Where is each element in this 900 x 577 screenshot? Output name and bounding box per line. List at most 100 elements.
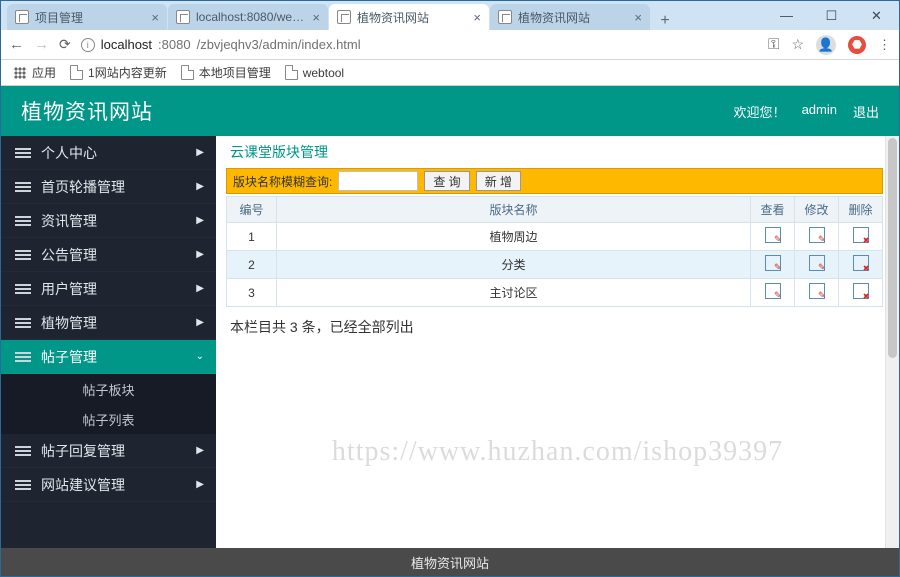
chevron-right-icon: ▶ <box>196 283 204 294</box>
maximize-button[interactable]: ☐ <box>809 1 854 30</box>
browser-tab[interactable]: 项目管理 × <box>7 4 167 30</box>
address-field[interactable]: i localhost :8080/zbvjeqhv3/admin/index.h… <box>81 37 758 52</box>
view-icon[interactable] <box>765 227 781 243</box>
bookmarks-bar: 应用 1网站内容更新 本地项目管理 webtool <box>1 60 899 86</box>
new-tab-button[interactable]: + <box>651 12 679 30</box>
bookmark-item[interactable]: 1网站内容更新 <box>70 64 167 81</box>
sidebar-item-posts[interactable]: 帖子管理⌄ <box>1 340 216 374</box>
col-idx: 编号 <box>227 197 277 223</box>
menu-icon <box>15 352 31 362</box>
sidebar-item-suggestions[interactable]: 网站建议管理▶ <box>1 468 216 502</box>
browser-tab-active[interactable]: 植物资讯网站 × <box>329 4 489 30</box>
tab-label: 植物资讯网站 <box>518 9 628 26</box>
menu-icon <box>15 250 31 260</box>
scrollbar-track[interactable] <box>885 136 899 548</box>
menu-icon <box>15 446 31 456</box>
panel-title: 云课堂版块管理 <box>226 136 883 168</box>
edit-icon[interactable] <box>809 255 825 271</box>
search-button[interactable]: 查 询 <box>424 171 469 191</box>
view-icon[interactable] <box>765 255 781 271</box>
sidebar-item-news[interactable]: 资讯管理▶ <box>1 204 216 238</box>
menu-icon <box>15 182 31 192</box>
delete-icon[interactable] <box>853 227 869 243</box>
delete-icon[interactable] <box>853 283 869 299</box>
browser-tab[interactable]: localhost:8080/webtool/all/in × <box>168 4 328 30</box>
sidebar-item-profile[interactable]: 个人中心▶ <box>1 136 216 170</box>
sidebar-item-users[interactable]: 用户管理▶ <box>1 272 216 306</box>
close-icon[interactable]: × <box>151 10 159 25</box>
edit-icon[interactable] <box>809 227 825 243</box>
minimize-button[interactable]: — <box>764 1 809 30</box>
search-label: 版块名称模糊查询: <box>233 173 332 190</box>
content-area: 云课堂版块管理 版块名称模糊查询: 查 询 新 增 编号 版块名称 查看 修改 <box>216 136 899 548</box>
address-bar: ← → ⟳ i localhost :8080/zbvjeqhv3/admin/i… <box>1 30 899 60</box>
page-icon <box>498 10 512 24</box>
chevron-right-icon: ▶ <box>196 215 204 226</box>
sidebar-item-replies[interactable]: 帖子回复管理▶ <box>1 434 216 468</box>
menu-icon <box>15 318 31 328</box>
sidebar-sub-boards[interactable]: 帖子板块 <box>1 374 216 404</box>
close-window-button[interactable]: ✕ <box>854 1 899 30</box>
header-actions: 欢迎您！ admin 退出 <box>734 102 879 121</box>
menu-icon <box>15 148 31 158</box>
password-key-icon[interactable]: ⚿ <box>768 36 779 53</box>
logout-link[interactable]: 退出 <box>853 102 879 121</box>
edit-icon[interactable] <box>809 283 825 299</box>
list-summary: 本栏目共 3 条，已经全部列出 <box>226 307 883 347</box>
view-icon[interactable] <box>765 283 781 299</box>
forward-button[interactable]: → <box>34 36 49 53</box>
cell-name: 主讨论区 <box>277 279 751 307</box>
menu-icon <box>15 284 31 294</box>
tab-label: 植物资讯网站 <box>357 9 467 26</box>
page-icon <box>70 65 83 80</box>
sidebar-item-notice[interactable]: 公告管理▶ <box>1 238 216 272</box>
scrollbar-thumb[interactable] <box>888 138 897 358</box>
sidebar-item-carousel[interactable]: 首页轮播管理▶ <box>1 170 216 204</box>
sidebar-sub-postlist[interactable]: 帖子列表 <box>1 404 216 434</box>
chevron-right-icon: ▶ <box>196 181 204 192</box>
cell-idx: 1 <box>227 223 277 251</box>
brand-title: 植物资讯网站 <box>21 96 153 126</box>
username-link[interactable]: admin <box>802 102 837 121</box>
menu-icon <box>15 216 31 226</box>
tab-label: localhost:8080/webtool/all/in <box>196 10 306 24</box>
footer-text: 植物资讯网站 <box>411 553 489 572</box>
addrbar-actions: ⚿ ☆ 👤 ⬣ ⋮ <box>768 35 891 55</box>
search-input[interactable] <box>338 171 418 191</box>
close-icon[interactable]: × <box>473 10 481 25</box>
close-icon[interactable]: × <box>634 10 642 25</box>
menu-kebab-icon[interactable]: ⋮ <box>878 37 891 53</box>
watermark-text: https://www.huzhan.com/ishop39397 <box>216 436 899 468</box>
site-info-icon[interactable]: i <box>81 38 95 52</box>
sidebar-spacer <box>1 502 216 548</box>
welcome-text: 欢迎您！ <box>734 102 786 121</box>
apps-button[interactable]: 应用 <box>13 64 56 81</box>
extension-icon[interactable]: ⬣ <box>848 36 866 54</box>
sidebar-item-plants[interactable]: 植物管理▶ <box>1 306 216 340</box>
new-button[interactable]: 新 增 <box>476 171 521 191</box>
profile-avatar[interactable]: 👤 <box>816 35 836 55</box>
url-port: :8080 <box>158 37 191 52</box>
page-icon <box>181 65 194 80</box>
page-icon <box>285 65 298 80</box>
bookmark-star-icon[interactable]: ☆ <box>791 36 804 53</box>
page-icon <box>176 10 190 24</box>
table-header-row: 编号 版块名称 查看 修改 删除 <box>227 197 883 223</box>
browser-tab[interactable]: 植物资讯网站 × <box>490 4 650 30</box>
close-icon[interactable]: × <box>312 10 320 25</box>
sidebar-submenu: 帖子板块 帖子列表 <box>1 374 216 434</box>
bookmark-item[interactable]: webtool <box>285 65 344 80</box>
tab-strip: 项目管理 × localhost:8080/webtool/all/in × 植… <box>1 1 764 30</box>
delete-icon[interactable] <box>853 255 869 271</box>
reload-button[interactable]: ⟳ <box>59 36 71 53</box>
sidebar: 个人中心▶ 首页轮播管理▶ 资讯管理▶ 公告管理▶ 用户管理▶ 植物管理▶ 帖子… <box>1 136 216 548</box>
url-host: localhost <box>101 37 152 52</box>
chevron-right-icon: ▶ <box>196 445 204 456</box>
page-footer: 植物资讯网站 <box>1 548 899 576</box>
url-path: /zbvjeqhv3/admin/index.html <box>197 37 361 52</box>
bookmark-item[interactable]: 本地项目管理 <box>181 64 271 81</box>
browser-titlebar: 项目管理 × localhost:8080/webtool/all/in × 植… <box>1 1 899 30</box>
search-row: 版块名称模糊查询: 查 询 新 增 <box>226 168 883 194</box>
back-button[interactable]: ← <box>9 36 24 53</box>
chevron-right-icon: ▶ <box>196 317 204 328</box>
